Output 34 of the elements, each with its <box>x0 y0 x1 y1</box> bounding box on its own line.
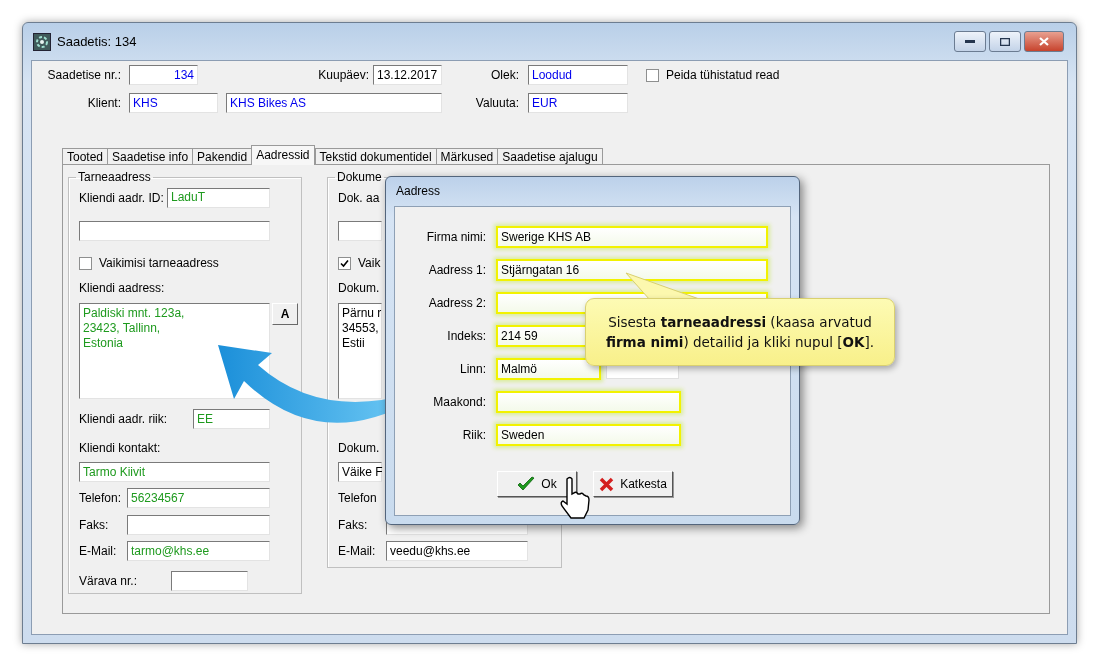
field-label: Faks: <box>79 518 110 532</box>
field-label: Aadress 1: <box>427 263 486 277</box>
field-label: Aadress 2: <box>427 296 486 310</box>
field-label: Kuupäev: <box>317 68 369 82</box>
field-label: Indeks: <box>446 329 486 343</box>
field-label: Dokum. <box>338 281 380 295</box>
field-label: Linn: <box>458 362 486 376</box>
field-label: E-Mail: <box>338 544 377 558</box>
field-label: Kliendi kontakt: <box>79 441 161 455</box>
field-label: Kliendi aadress: <box>79 281 165 295</box>
group-title: Tarneaadress <box>77 170 152 184</box>
group-title: Dokume <box>336 170 383 184</box>
field-label: Saadetise nr.: <box>46 68 121 82</box>
field-label: Firma nimi: <box>425 230 486 244</box>
field-label: Värava nr.: <box>79 574 139 588</box>
field-label: Riik: <box>461 428 486 442</box>
field-label: Valuuta: <box>474 96 519 110</box>
window-title: Saadetis: 134 <box>57 34 137 49</box>
field-label: Dok. aa <box>338 191 380 205</box>
field-label: Kliendi aadr. ID: <box>79 191 165 205</box>
checkbox-label: Vaik <box>358 256 381 270</box>
dialog-title: Aadress <box>395 183 442 200</box>
field-label: Klient: <box>86 96 121 110</box>
field-label: Faks: <box>338 518 369 532</box>
field-label: E-Mail: <box>79 544 118 558</box>
field-label: Olek: <box>490 68 519 82</box>
field-label: Telefon: <box>79 491 123 505</box>
field-label: Kliendi aadr. riik: <box>79 412 169 426</box>
checkbox-label: Peida tühistatud read <box>666 68 780 82</box>
field-label: Telefon <box>338 491 377 505</box>
field-label: Maakond: <box>432 395 486 409</box>
checkbox-label: Vaikimisi tarneaadress <box>99 256 219 270</box>
field-label: Dokum. <box>338 441 380 455</box>
callout-text: Sisesta tarneaadressi (kaasa arvatud firma nimi) detailid ja kliki nupul [OK]. <box>604 313 876 352</box>
